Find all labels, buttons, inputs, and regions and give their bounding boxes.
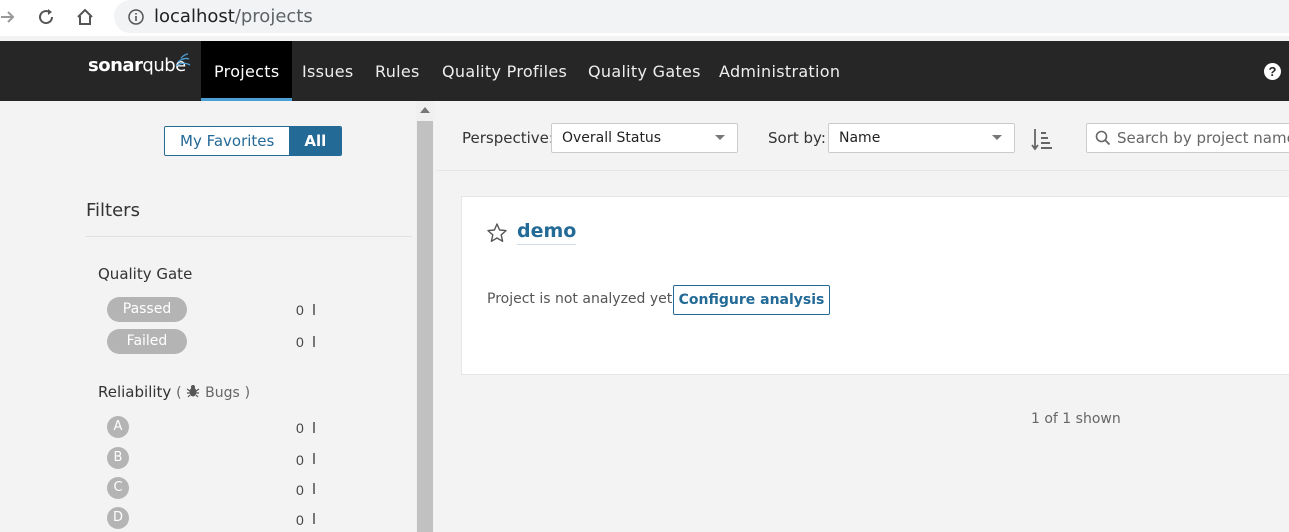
star-icon[interactable] bbox=[486, 222, 508, 244]
filters-sidebar: My Favorites All Filters Quality Gate Pa… bbox=[0, 101, 436, 532]
main-navbar: sonarqube Projects Issues Rules Quality … bbox=[0, 41, 1289, 101]
count-passed: 0 bbox=[296, 302, 304, 318]
url-host: localhost bbox=[154, 6, 235, 27]
sidebar-scrollbar[interactable] bbox=[416, 101, 434, 532]
search-icon bbox=[1095, 130, 1111, 146]
project-card: demo Project is not analyzed yet. Config… bbox=[461, 196, 1289, 375]
projects-main: Perspective: Overall Status Sort by: Nam… bbox=[437, 101, 1289, 532]
divider bbox=[437, 170, 1289, 171]
sonarqube-logo[interactable]: sonarqube bbox=[88, 53, 191, 76]
filter-rating-d[interactable]: D bbox=[107, 507, 129, 529]
search-box[interactable] bbox=[1086, 123, 1289, 153]
logo-text-bold: sonar bbox=[88, 55, 143, 76]
open-paren: ( bbox=[176, 385, 182, 401]
project-name-link[interactable]: demo bbox=[517, 220, 577, 245]
filter-rating-c[interactable]: C bbox=[107, 477, 129, 499]
close-paren: ) bbox=[244, 385, 251, 401]
count-failed: 0 bbox=[296, 334, 304, 350]
sort-select[interactable]: Name bbox=[828, 123, 1015, 153]
browser-bar: localhost/projects bbox=[0, 0, 1289, 36]
count-bar bbox=[313, 336, 315, 347]
count-d: 0 bbox=[296, 512, 304, 528]
count-bar bbox=[313, 483, 315, 494]
scroll-thumb[interactable] bbox=[417, 121, 433, 532]
help-icon[interactable]: ? bbox=[1264, 63, 1281, 80]
nav-projects[interactable]: Projects bbox=[201, 41, 293, 101]
divider bbox=[86, 236, 412, 237]
sort-order-icon[interactable] bbox=[1031, 128, 1053, 152]
count-bar bbox=[313, 453, 315, 464]
filter-rating-a[interactable]: A bbox=[107, 416, 129, 438]
nav-quality-gates[interactable]: Quality Gates bbox=[588, 41, 701, 101]
sort-value: Name bbox=[839, 130, 881, 146]
forward-icon[interactable] bbox=[0, 2, 22, 32]
home-icon[interactable] bbox=[70, 2, 100, 32]
count-a: 0 bbox=[296, 420, 304, 436]
my-favorites-button[interactable]: My Favorites bbox=[165, 127, 290, 155]
filter-passed[interactable]: Passed bbox=[107, 297, 187, 322]
filter-failed[interactable]: Failed bbox=[107, 329, 187, 354]
count-bar bbox=[313, 422, 315, 433]
reliability-title[interactable]: Reliability ( Bugs ) bbox=[98, 383, 250, 401]
reliability-label: Reliability bbox=[98, 383, 172, 401]
bug-icon bbox=[186, 385, 200, 398]
perspective-select[interactable]: Overall Status bbox=[551, 123, 738, 153]
perspective-value: Overall Status bbox=[562, 130, 662, 146]
all-button[interactable]: All bbox=[289, 127, 342, 155]
scroll-up-arrow-icon[interactable] bbox=[420, 107, 430, 113]
sort-label: Sort by: bbox=[768, 129, 826, 147]
count-c: 0 bbox=[296, 482, 304, 498]
count-bar bbox=[313, 304, 315, 315]
filters-title: Filters bbox=[86, 200, 140, 221]
results-count: 1 of 1 shown bbox=[1031, 411, 1121, 427]
nav-issues[interactable]: Issues bbox=[302, 41, 354, 101]
reload-icon[interactable] bbox=[31, 2, 61, 32]
bugs-label: Bugs bbox=[205, 385, 240, 401]
configure-analysis-button[interactable]: Configure analysis bbox=[673, 285, 830, 315]
url-text: localhost/projects bbox=[154, 6, 313, 27]
nav-rules[interactable]: Rules bbox=[375, 41, 420, 101]
url-path: /projects bbox=[234, 6, 313, 27]
logo-waves-icon bbox=[175, 53, 191, 67]
count-b: 0 bbox=[296, 452, 304, 468]
nav-administration[interactable]: Administration bbox=[719, 41, 840, 101]
quality-gate-title[interactable]: Quality Gate bbox=[98, 265, 192, 283]
project-status-text: Project is not analyzed yet. bbox=[487, 291, 677, 307]
count-bar bbox=[313, 513, 315, 524]
search-input[interactable] bbox=[1117, 124, 1289, 152]
address-bar[interactable]: localhost/projects bbox=[114, 0, 1289, 33]
nav-quality-profiles[interactable]: Quality Profiles bbox=[442, 41, 567, 101]
info-icon[interactable] bbox=[128, 8, 144, 25]
chevron-down-icon bbox=[992, 135, 1002, 140]
chevron-down-icon bbox=[715, 135, 725, 140]
filter-rating-b[interactable]: B bbox=[107, 447, 129, 469]
perspective-label: Perspective: bbox=[462, 129, 554, 147]
favorites-toggle: My Favorites All bbox=[164, 126, 343, 156]
